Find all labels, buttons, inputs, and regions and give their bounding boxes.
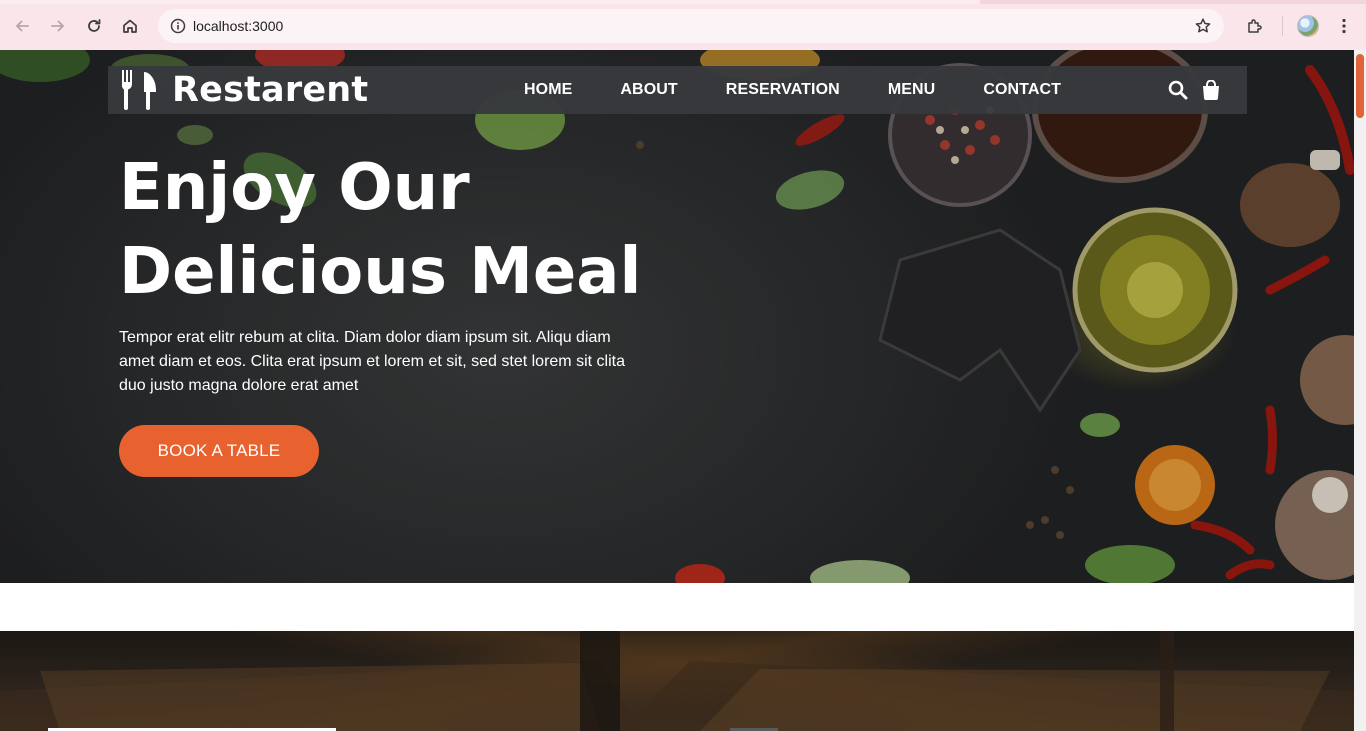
toolbar-divider <box>1282 16 1283 36</box>
hero-overlay <box>0 50 1354 583</box>
nav-link-menu[interactable]: MENU <box>888 81 936 99</box>
wood-background <box>0 631 1354 731</box>
profile-avatar[interactable] <box>1297 15 1319 37</box>
site-navbar: Restarent HOME ABOUT RESERVATION MENU CO… <box>108 66 1247 114</box>
utensils-icon <box>121 70 156 110</box>
reload-icon <box>88 19 101 32</box>
home-icon <box>123 19 137 33</box>
shopping-bag-icon <box>1203 80 1219 100</box>
hero-section: Restarent HOME ABOUT RESERVATION MENU CO… <box>0 50 1354 583</box>
forward-button[interactable] <box>44 12 72 40</box>
extensions-icon <box>1248 19 1262 33</box>
search-icon <box>1168 80 1188 100</box>
hero-title-line-1: Enjoy Our <box>119 151 470 225</box>
nav-link-contact[interactable]: CONTACT <box>983 81 1061 99</box>
hero-description: Tempor erat elitr rebum at clita. Diam d… <box>119 329 625 394</box>
browser-menu-button[interactable] <box>1330 12 1358 40</box>
url-text[interactable]: localhost:3000 <box>193 18 283 34</box>
back-button[interactable] <box>8 12 36 40</box>
extensions-button[interactable] <box>1241 12 1269 40</box>
nav-link-reservation[interactable]: RESERVATION <box>726 81 840 99</box>
nav-link-about[interactable]: ABOUT <box>620 81 677 99</box>
hero-title: Enjoy Our Delicious Meal <box>119 146 719 314</box>
reload-button[interactable] <box>80 12 108 40</box>
bookmark-star-icon <box>1195 18 1211 33</box>
site-info-icon <box>170 18 186 34</box>
scrollbar-thumb[interactable] <box>1356 54 1364 118</box>
home-button[interactable] <box>116 12 144 40</box>
browser-toolbar: localhost:3000 <box>0 0 1366 50</box>
search-button[interactable] <box>1167 79 1189 101</box>
brand-logo-link[interactable]: Restarent <box>120 66 368 114</box>
nav-link-home[interactable]: HOME <box>524 81 572 99</box>
back-icon <box>16 20 29 32</box>
book-table-button[interactable]: BOOK A TABLE <box>119 425 319 477</box>
nav-links: HOME ABOUT RESERVATION MENU CONTACT <box>524 66 1061 114</box>
bookmark-button[interactable] <box>1192 15 1214 37</box>
hero-title-line-2: Delicious Meal <box>119 235 642 309</box>
forward-icon <box>51 20 64 32</box>
cart-button[interactable] <box>1200 79 1222 101</box>
page-viewport: Restarent HOME ABOUT RESERVATION MENU CO… <box>0 50 1354 731</box>
page-scrollbar[interactable] <box>1354 50 1366 731</box>
site-info-button[interactable] <box>166 14 190 38</box>
menu-kebab-icon <box>1342 18 1346 34</box>
about-section-preview <box>0 631 1354 731</box>
address-bar[interactable]: localhost:3000 <box>158 9 1224 43</box>
brand-name: Restarent <box>172 70 369 110</box>
active-tab-edge <box>0 0 980 4</box>
